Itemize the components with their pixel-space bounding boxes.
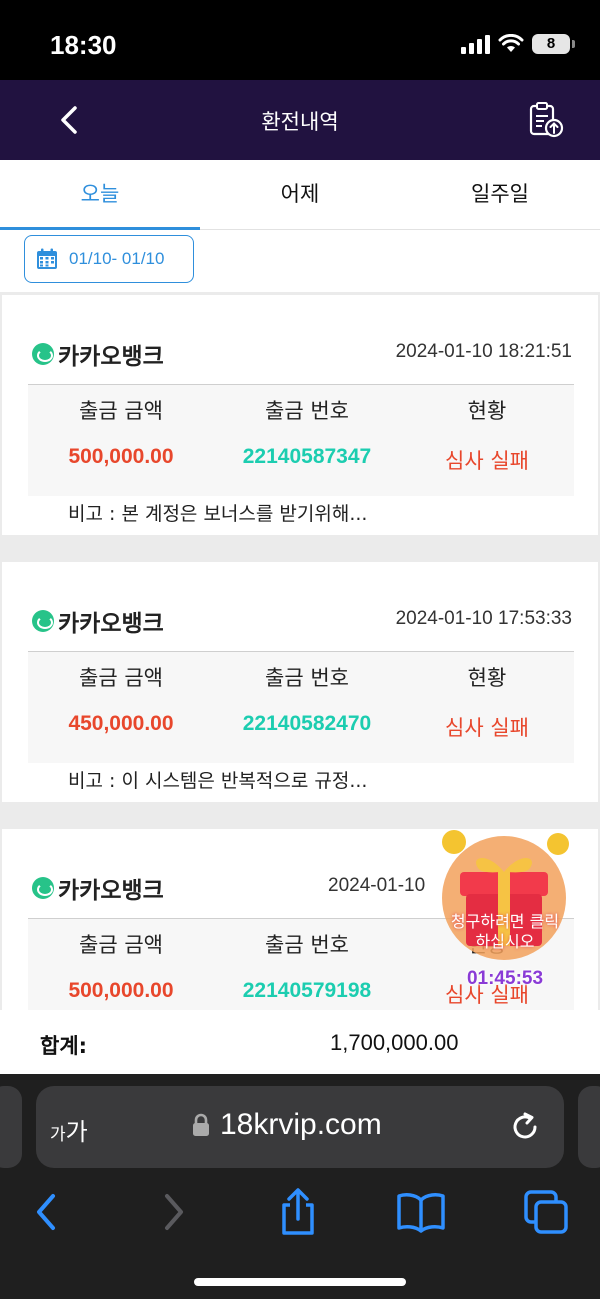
bank-name: 카카오뱅크 (32, 604, 164, 638)
record-header: 카카오뱅크 2024-01-10 17:53:33 (32, 604, 572, 638)
tab-yesterday[interactable]: 어제 (200, 160, 400, 229)
record-card[interactable]: 카카오뱅크 2024-01-10 17:53:33 출금 금액 출금 번호 현황… (2, 562, 598, 802)
browser-forward-button[interactable] (146, 1184, 202, 1240)
browser-back-button[interactable] (18, 1184, 74, 1240)
home-indicator (194, 1278, 406, 1286)
record-table: 출금 금액 출금 번호 현황 450,000.00 22140582470 심사… (28, 651, 574, 763)
calendar-icon (37, 248, 57, 269)
status-time: 18:30 (50, 30, 117, 60)
total-value: 1,700,000.00 (330, 1030, 459, 1055)
bank-label: 카카오뱅크 (58, 878, 164, 904)
browser-chrome: 가가 18krvip.com (0, 1074, 600, 1299)
record-datetime: 2024-01-10 (328, 875, 426, 896)
url-display[interactable]: 18krvip.com (192, 1108, 382, 1142)
record-memo: 비고 : 본 계정은 보너스를 받기위해... (68, 503, 368, 525)
col-amount-header: 출금 금액 (79, 666, 163, 690)
kakaobank-icon (32, 610, 54, 632)
col-amount-header: 출금 금액 (79, 399, 163, 423)
reader-settings-button[interactable]: 가가 (50, 1112, 88, 1147)
date-range-picker[interactable]: 01/10- 01/10 (24, 235, 194, 283)
tabs-icon (524, 1190, 568, 1234)
record-card[interactable]: 카카오뱅크 2024-01-10 18:21:51 출금 금액 출금 번호 현황… (2, 295, 598, 535)
app-header: 환전내역 (0, 80, 600, 160)
kakaobank-icon (32, 877, 54, 899)
signal-icon (461, 34, 490, 54)
total-bar: 합계: 1,700,000.00 (0, 1010, 600, 1074)
total-label: 합계: (40, 1034, 88, 1058)
col-status-header: 현황 (467, 666, 507, 690)
bank-label: 카카오뱅크 (58, 344, 164, 370)
promo-text: 청구하려면 클릭 하십시오 (450, 912, 560, 951)
tab-week[interactable]: 일주일 (400, 160, 600, 229)
status-badge: 심사 실패 (445, 449, 529, 473)
share-icon (282, 1188, 314, 1235)
col-number-header: 출금 번호 (265, 666, 349, 690)
reload-icon[interactable] (506, 1108, 544, 1146)
promo-gift-button[interactable]: 청구하려면 클릭 하십시오 01:45:53 (430, 828, 580, 996)
withdraw-number: 22140587347 (242, 445, 372, 468)
col-number-header: 출금 번호 (265, 933, 349, 957)
share-button[interactable] (270, 1184, 326, 1240)
record-datetime: 2024-01-10 17:53:33 (395, 608, 572, 629)
withdraw-amount: 500,000.00 (68, 445, 174, 468)
bookmarks-button[interactable] (393, 1184, 449, 1240)
bank-label: 카카오뱅크 (58, 611, 164, 637)
lock-icon (193, 1113, 209, 1136)
date-range-text: 01/10- 01/10 (69, 249, 165, 268)
browser-toolbar (0, 1184, 600, 1244)
withdraw-amount: 450,000.00 (68, 712, 174, 735)
withdraw-number: 22140579198 (242, 979, 372, 1002)
status-bar: 18:30 8 (0, 0, 600, 80)
url-text: 18krvip.com (220, 1108, 382, 1141)
clipboard-upload-icon[interactable] (526, 100, 566, 140)
wifi-icon (498, 34, 524, 52)
kakaobank-icon (32, 343, 54, 365)
date-bar: 01/10- 01/10 (0, 230, 600, 292)
record-table: 출금 금액 출금 번호 현황 500,000.00 22140587347 심사… (28, 384, 574, 496)
bank-name: 카카오뱅크 (32, 871, 164, 905)
record-header: 카카오뱅크 2024-01-10 18:21:51 (32, 337, 572, 371)
page-title: 환전내역 (261, 110, 339, 134)
battery-icon: 8 (532, 34, 575, 54)
bank-name: 카카오뱅크 (32, 337, 164, 371)
period-tabs: 오늘 어제 일주일 (0, 160, 600, 230)
col-status-header: 현황 (467, 399, 507, 423)
status-badge: 심사 실패 (445, 716, 529, 740)
col-number-header: 출금 번호 (265, 399, 349, 423)
withdraw-amount: 500,000.00 (68, 979, 174, 1002)
col-amount-header: 출금 금액 (79, 933, 163, 957)
book-icon (397, 1193, 445, 1233)
record-datetime: 2024-01-10 18:21:51 (395, 341, 572, 362)
chevron-left-icon (37, 1194, 55, 1230)
promo-countdown: 01:45:53 (466, 968, 544, 989)
chevron-right-icon (165, 1194, 183, 1230)
tabs-button[interactable] (518, 1184, 574, 1240)
next-tab-preview[interactable] (578, 1086, 600, 1168)
tab-today[interactable]: 오늘 (0, 160, 200, 230)
record-memo: 비고 : 이 시스템은 반복적으로 규정... (68, 770, 368, 792)
withdraw-number: 22140582470 (242, 712, 372, 735)
address-bar[interactable]: 가가 18krvip.com (36, 1086, 564, 1168)
previous-tab-preview[interactable] (0, 1086, 22, 1168)
status-icons: 8 (461, 34, 575, 54)
